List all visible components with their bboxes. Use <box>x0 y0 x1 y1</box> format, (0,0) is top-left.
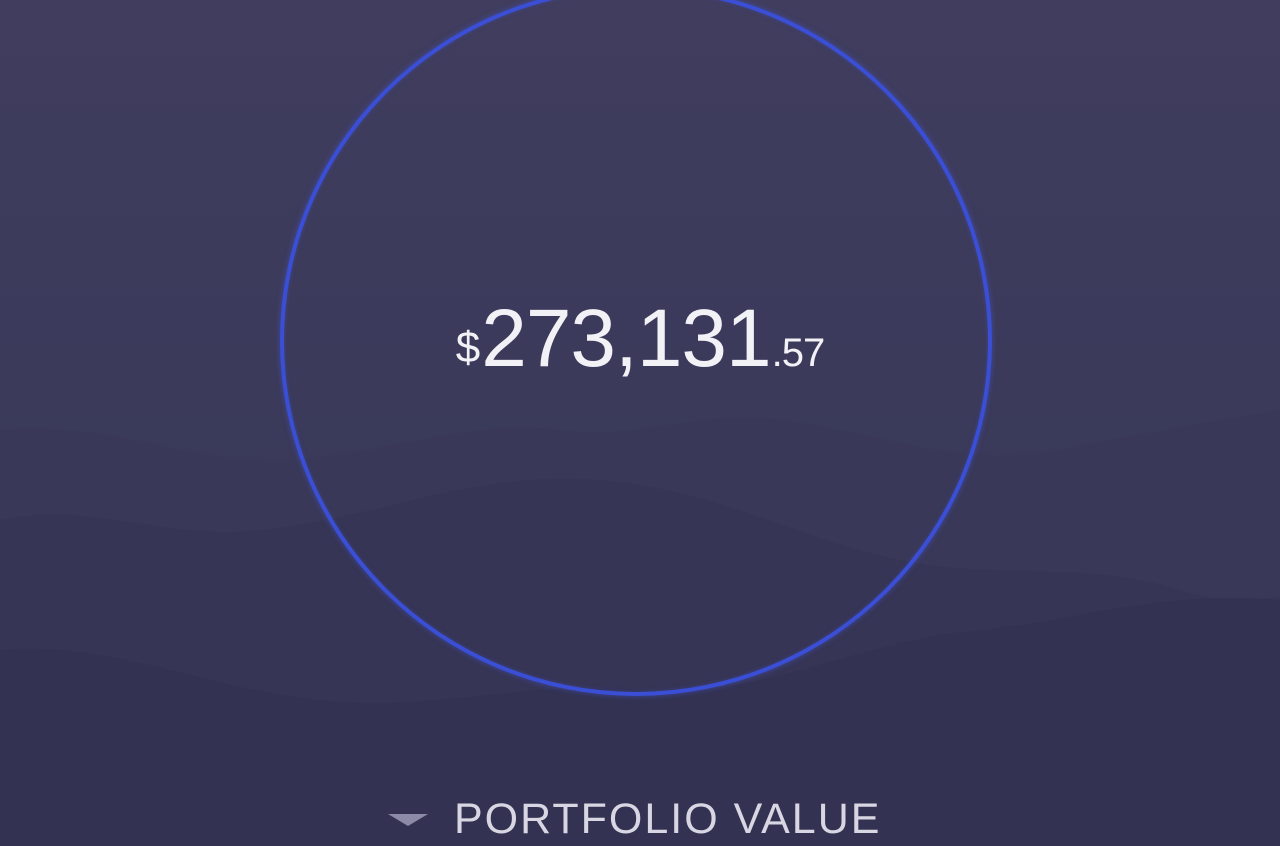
portfolio-value: $273,131.57 <box>0 292 1280 386</box>
portfolio-value-cents: .57 <box>771 331 826 375</box>
currency-symbol: $ <box>455 323 481 372</box>
portfolio-value-whole: 273,131 <box>481 293 771 384</box>
portfolio-screen: $273,131.57 PORTFOLIO VALUE <box>0 0 1280 846</box>
portfolio-value-toggle[interactable]: PORTFOLIO VALUE <box>388 794 882 843</box>
caret-down-icon[interactable] <box>388 814 428 826</box>
portfolio-value-label: PORTFOLIO VALUE <box>454 794 882 843</box>
